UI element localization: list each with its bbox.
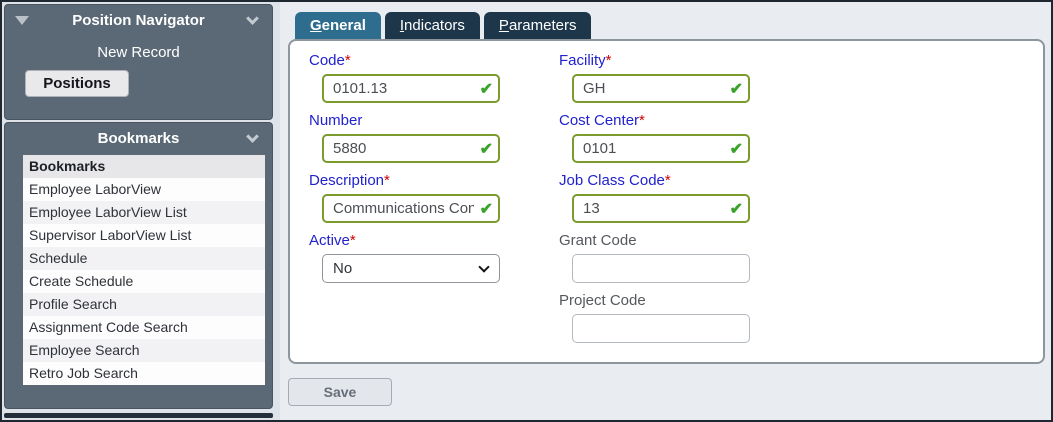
tab-parameters[interactable]: Parameters xyxy=(484,12,592,39)
main-content: General Indicators Parameters Code* ✔ Fa… xyxy=(280,2,1053,420)
required-asterisk: * xyxy=(606,52,612,69)
description-label-text: Description xyxy=(309,172,384,189)
facility-input[interactable] xyxy=(572,74,750,103)
valid-check-icon: ✔ xyxy=(480,79,493,99)
code-label-text: Code xyxy=(309,52,345,69)
required-asterisk: * xyxy=(665,172,671,189)
description-input[interactable] xyxy=(322,194,500,223)
cost-center-label-text: Cost Center xyxy=(559,112,639,129)
bookmark-item[interactable]: Supervisor LaborView List xyxy=(23,224,265,247)
facility-label-text: Facility xyxy=(559,52,606,69)
general-form-panel: Code* ✔ Facility* ✔ Number ✔ xyxy=(288,39,1045,364)
field-description: Description* ✔ xyxy=(309,172,559,232)
position-navigator-panel: Position Navigator New Record Positions xyxy=(4,4,273,120)
valid-check-icon: ✔ xyxy=(730,79,743,99)
tab-general[interactable]: General xyxy=(295,12,381,39)
project-code-label: Project Code xyxy=(559,292,809,309)
valid-check-icon: ✔ xyxy=(730,139,743,159)
bookmark-item[interactable]: Retro Job Search xyxy=(23,362,265,385)
valid-check-icon: ✔ xyxy=(480,139,493,159)
tab-indicators[interactable]: Indicators xyxy=(385,12,480,39)
valid-check-icon: ✔ xyxy=(730,199,743,219)
tab-bar: General Indicators Parameters xyxy=(295,12,1045,39)
description-label: Description* xyxy=(309,172,559,189)
collapsed-panel-edge xyxy=(4,413,273,418)
project-code-input[interactable] xyxy=(572,314,750,343)
sidebar: Position Navigator New Record Positions … xyxy=(2,2,280,420)
code-label: Code* xyxy=(309,52,559,69)
required-asterisk: * xyxy=(345,52,351,69)
new-record-status: New Record xyxy=(5,44,272,61)
field-code: Code* ✔ xyxy=(309,52,559,112)
active-select-value: No xyxy=(333,260,352,277)
project-code-label-text: Project Code xyxy=(559,292,646,309)
active-label: Active* xyxy=(309,232,559,249)
field-cost-center: Cost Center* ✔ xyxy=(559,112,809,172)
bookmark-item[interactable]: Schedule xyxy=(23,247,265,270)
active-label-text: Active xyxy=(309,232,350,249)
cost-center-label: Cost Center* xyxy=(559,112,809,129)
number-input[interactable] xyxy=(322,134,500,163)
code-input[interactable] xyxy=(322,74,500,103)
tab-indicators-label: Indicators xyxy=(400,17,465,34)
field-grant-code: Grant Code xyxy=(559,232,809,292)
active-select[interactable]: No xyxy=(322,254,500,283)
collapse-triangle-icon[interactable] xyxy=(15,16,29,25)
grant-code-input[interactable] xyxy=(572,254,750,283)
chevron-down-icon xyxy=(478,261,489,272)
bookmarks-panel: Bookmarks Bookmarks Employee LaborView E… xyxy=(4,122,273,409)
job-class-code-label: Job Class Code* xyxy=(559,172,809,189)
cost-center-input[interactable] xyxy=(572,134,750,163)
number-label-text: Number xyxy=(309,112,362,129)
save-button[interactable]: Save xyxy=(288,378,392,406)
bookmarks-title: Bookmarks xyxy=(98,130,180,147)
bookmark-item[interactable]: Employee LaborView xyxy=(23,178,265,201)
bookmark-item[interactable]: Employee Search xyxy=(23,339,265,362)
position-navigator-title: Position Navigator xyxy=(72,12,205,29)
required-asterisk: * xyxy=(350,232,356,249)
field-job-class-code: Job Class Code* ✔ xyxy=(559,172,809,232)
positions-button[interactable]: Positions xyxy=(25,70,129,97)
job-class-code-input[interactable] xyxy=(572,194,750,223)
chevron-down-icon[interactable] xyxy=(246,130,259,143)
valid-check-icon: ✔ xyxy=(480,199,493,219)
tab-general-label: General xyxy=(310,17,366,34)
grant-code-label: Grant Code xyxy=(559,232,809,249)
grant-code-label-text: Grant Code xyxy=(559,232,637,249)
tab-parameters-label: Parameters xyxy=(499,17,577,34)
facility-label: Facility* xyxy=(559,52,809,69)
field-number: Number ✔ xyxy=(309,112,559,172)
bookmark-item[interactable]: Assignment Code Search xyxy=(23,316,265,339)
required-asterisk: * xyxy=(384,172,390,189)
bookmark-item[interactable]: Profile Search xyxy=(23,293,265,316)
bookmarks-list-header: Bookmarks xyxy=(23,155,265,178)
field-facility: Facility* ✔ xyxy=(559,52,809,112)
field-project-code: Project Code xyxy=(559,292,809,352)
number-label: Number xyxy=(309,112,559,129)
bookmark-item[interactable]: Create Schedule xyxy=(23,270,265,293)
chevron-down-icon[interactable] xyxy=(246,12,259,25)
bookmark-item[interactable]: Employee LaborView List xyxy=(23,201,265,224)
bookmarks-header: Bookmarks xyxy=(5,123,272,153)
field-active: Active* No xyxy=(309,232,559,292)
position-navigator-header: Position Navigator xyxy=(5,5,272,35)
bookmarks-list: Bookmarks Employee LaborView Employee La… xyxy=(23,155,265,385)
job-class-code-label-text: Job Class Code xyxy=(559,172,665,189)
required-asterisk: * xyxy=(639,112,645,129)
